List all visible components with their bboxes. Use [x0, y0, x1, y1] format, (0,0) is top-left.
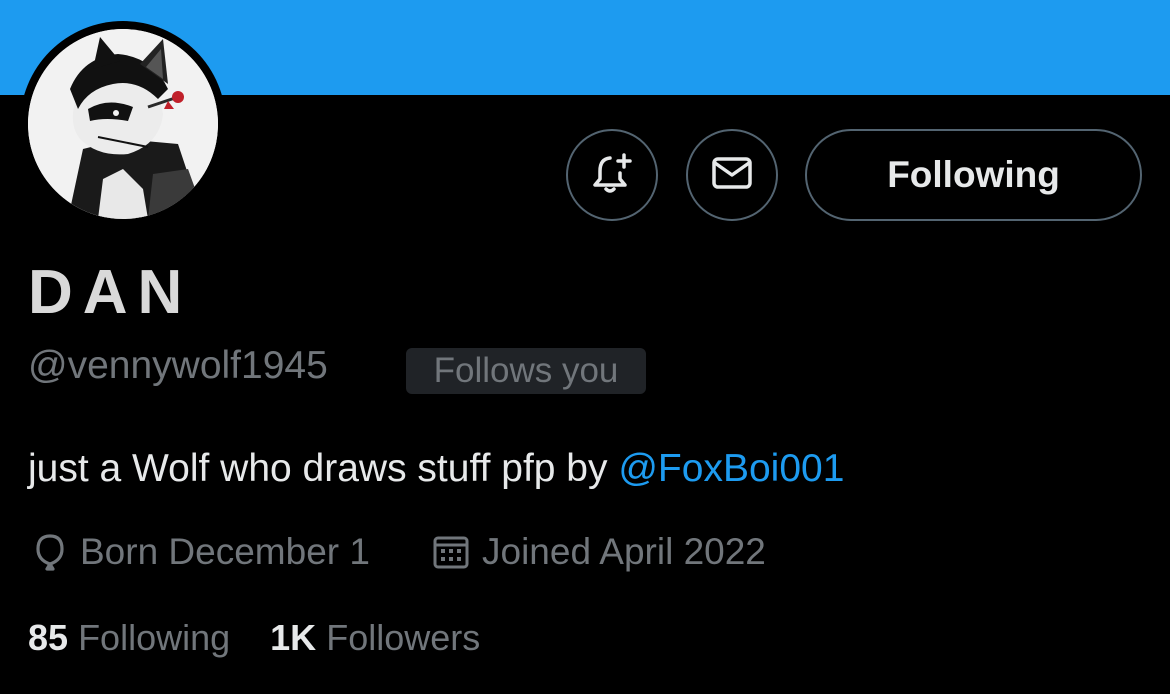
display-name: DAN: [28, 258, 193, 327]
notify-button[interactable]: [566, 129, 658, 221]
calendar-icon: [432, 533, 470, 571]
user-handle: @vennywolf1945: [28, 344, 328, 387]
follows-you-badge: Follows you: [406, 348, 646, 394]
birthday-item: Born December 1: [32, 528, 370, 576]
profile-stats: 85 Following 1K Followers: [28, 614, 480, 662]
bio-mention-link[interactable]: @FoxBoi001: [618, 447, 844, 490]
bio: just a Wolf who draws stuff pfp by @FoxB…: [28, 444, 844, 494]
avatar-wolf-drawing: [28, 29, 218, 219]
followers-count-link[interactable]: 1K Followers: [270, 617, 480, 658]
following-count-link[interactable]: 85 Following: [28, 617, 230, 658]
followers-count: 1K: [270, 617, 317, 658]
message-button[interactable]: [686, 129, 778, 221]
joined-item: Joined April 2022: [432, 528, 766, 576]
followers-label: Followers: [326, 617, 481, 658]
following-count: 85: [28, 617, 69, 658]
following-button[interactable]: Following: [805, 129, 1142, 221]
bell-plus-icon: [588, 149, 636, 202]
bio-text: just a Wolf who draws stuff pfp by: [28, 447, 619, 490]
envelope-icon: [708, 149, 756, 202]
following-label: Following: [78, 617, 231, 658]
balloon-icon: [32, 532, 68, 572]
birthday-text: Born December 1: [80, 531, 370, 572]
avatar[interactable]: [28, 29, 218, 219]
joined-text: Joined April 2022: [482, 531, 766, 572]
